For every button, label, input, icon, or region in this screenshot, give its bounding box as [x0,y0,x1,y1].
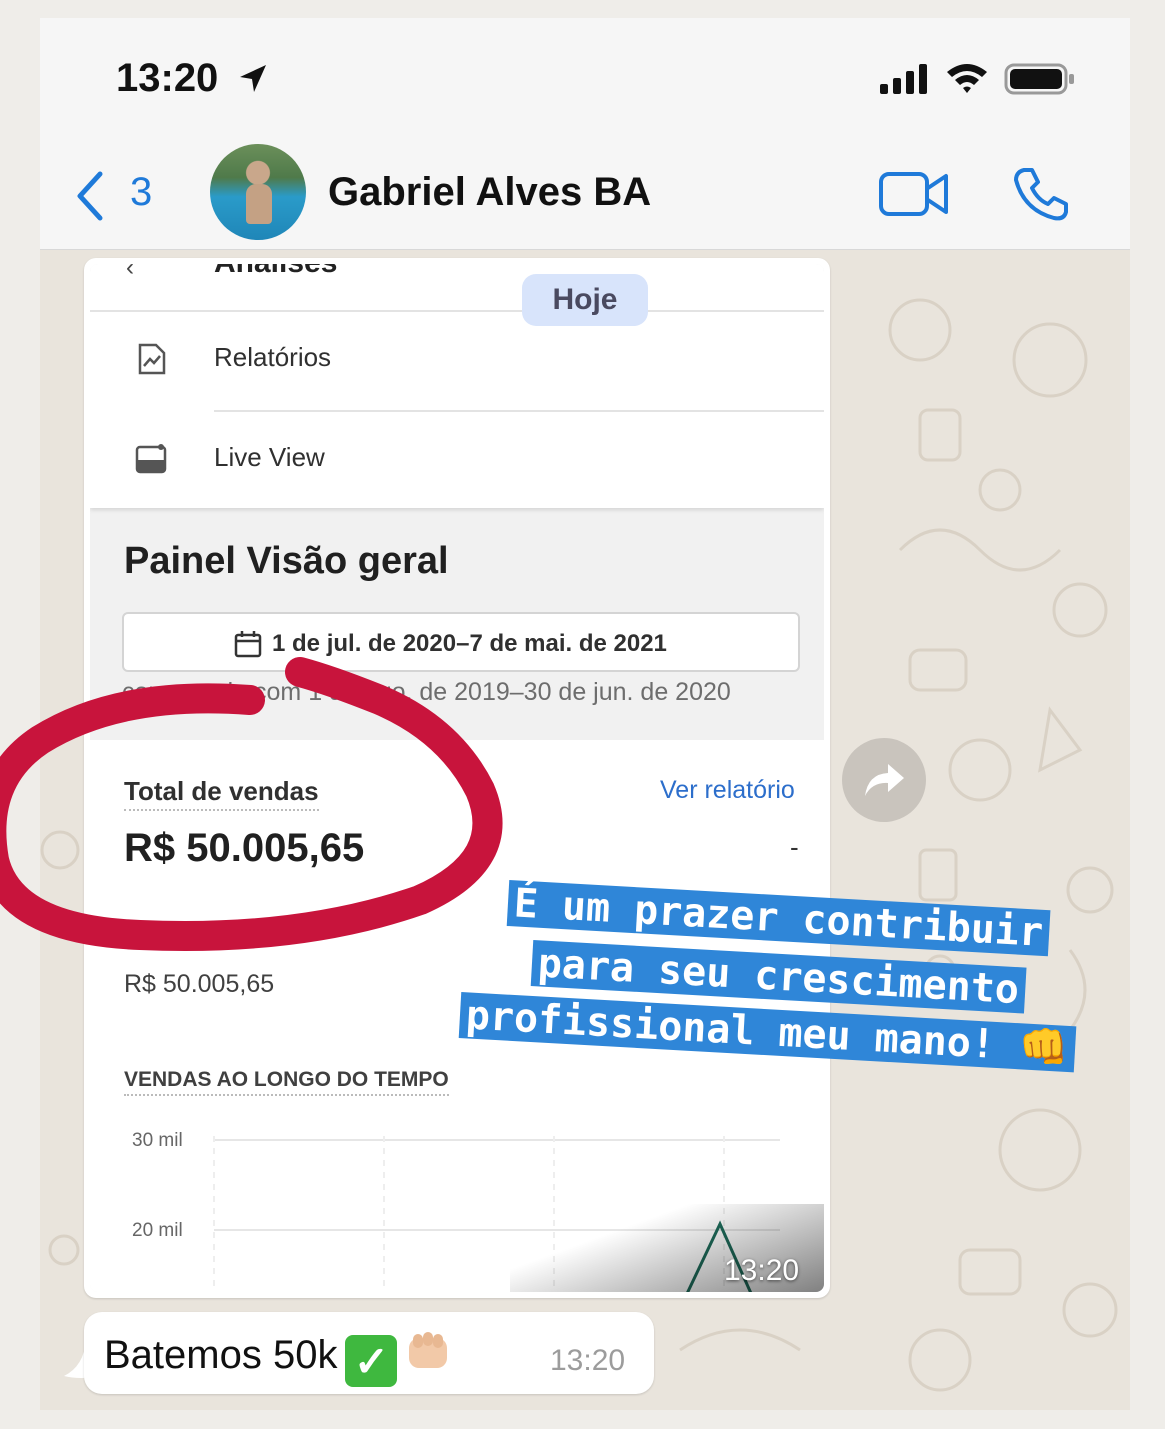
total-sales-value: R$ 50.005,65 [124,826,365,870]
calendar-icon [234,631,262,658]
message-timestamp: 13:20 [550,1344,626,1377]
chart-title: VENDAS AO LONGO DO TEMPO [124,1068,449,1096]
voice-call-icon[interactable] [1010,164,1070,224]
cellular-signal-icon [880,64,927,94]
image-timestamp: 13:20 [724,1254,800,1287]
wifi-icon [947,64,987,93]
date-range-text: 1 de jul. de 2020–7 de mai. de 2021 [272,630,667,657]
menu-item-analises: Análises [214,264,337,280]
message-text-row: Batemos 50k ✓ [104,1328,453,1387]
date-range-picker: 1 de jul. de 2020–7 de mai. de 2021 [122,612,800,672]
comparison-range-text: comparado com 1 de ago. de 2019–30 de ju… [122,678,731,706]
panel-title: Painel Visão geral [124,540,449,582]
sales-subtotal: R$ 50.005,65 [124,970,275,998]
image-message-bubble[interactable]: ‹ Análises Relatórios Live View Hoj [84,258,830,1298]
contact-name[interactable]: Gabriel Alves BA [328,170,651,215]
date-chip: Hoje [522,274,648,326]
back-chevron-icon[interactable] [70,168,110,224]
location-arrow-icon [240,65,266,92]
view-report-link: Ver relatório [660,776,795,804]
y-tick-30: 30 mil [132,1130,183,1151]
live-view-icon [135,444,167,474]
contact-avatar[interactable] [210,144,306,240]
menu-card: ‹ Análises Relatórios Live View [90,264,824,508]
sales-change-dash: - [790,832,799,862]
shared-screenshot: ‹ Análises Relatórios Live View Hoj [90,264,824,1292]
forward-arrow-icon [865,764,904,796]
y-tick-20: 20 mil [132,1220,183,1241]
check-mark-icon: ✓ [345,1335,398,1387]
forward-button[interactable] [842,738,926,822]
menu-back-chevron: ‹ [126,264,134,281]
total-sales-label: Total de vendas [124,776,319,811]
video-call-icon[interactable] [878,166,950,222]
menu-label: Relatórios [214,342,332,372]
status-time: 13:20 [116,56,219,100]
menu-item-relatorios: Relatórios [90,312,824,408]
chat-header: 3 Gabriel Alves BA [40,138,1130,250]
message-text: Batemos 50k [104,1333,338,1377]
unread-count[interactable]: 3 [130,170,152,215]
menu-label: Live View [214,442,325,472]
status-bar: 13:20 [40,18,1130,138]
battery-icon [1004,63,1074,95]
text-message-bubble[interactable]: Batemos 50k ✓ 13:20 [84,1312,654,1394]
menu-item-live-view: Live View [90,412,824,508]
fist-bump-icon [409,1332,448,1368]
report-icon [138,343,166,375]
